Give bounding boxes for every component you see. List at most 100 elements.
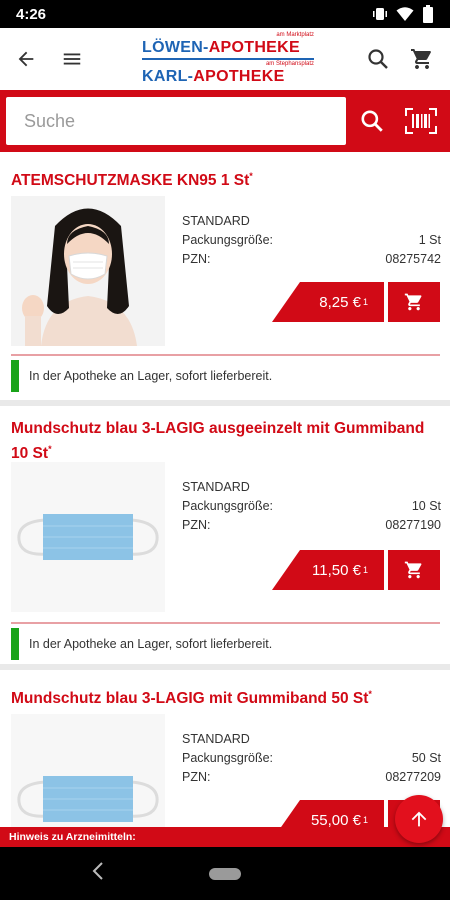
product-card[interactable]: ATEMSCHUTZMASKE KN95 1 St* STANDARD Pack… [0,152,450,400]
logo-line-2-part-2: APOTHEKE [193,68,285,85]
logo-line-1-part-2: APOTHEKE [208,39,300,56]
header-cart-button[interactable] [402,39,442,79]
add-to-cart-button[interactable] [388,550,440,590]
cart-icon [404,293,422,311]
product-image[interactable] [11,196,165,346]
blue-face-mask-image [11,462,165,612]
price-tag[interactable]: 11,50 €1 [272,550,384,590]
card-divider [11,354,440,356]
medicine-hint-bar[interactable]: Hinweis zu Arzneimitteln: [0,827,450,847]
detail-row-pzn: PZN: 08277190 [182,516,441,535]
pack-size-value: 50 St [411,751,441,765]
system-back-button[interactable] [90,861,110,885]
vibrate-icon [373,8,387,20]
battery-icon [423,5,433,23]
pack-size-label: Packungsgröße: [182,751,274,765]
product-title-footnote: * [48,444,52,454]
card-divider [11,622,440,624]
pzn-value: 08277209 [385,770,441,784]
price-tag[interactable]: 8,25 €1 [272,282,384,322]
product-details: STANDARD Packungsgröße: 50 St PZN: 0827720… [182,730,441,787]
back-button[interactable] [6,39,46,79]
in-stock-indicator [11,628,19,660]
pzn-value: 08277190 [385,518,441,532]
stock-status: In der Apotheke an Lager, sofort lieferb… [11,628,272,660]
price-footnote: 1 [362,565,368,575]
detail-row-pzn: PZN: 08277209 [182,768,441,787]
logo-line-2: KARL-APOTHEKE [142,68,314,86]
arrow-up-icon [411,811,427,827]
detail-row-pack-size: Packungsgröße: 50 St [182,749,441,768]
price-footnote: 1 [362,297,368,307]
product-card[interactable]: Mundschutz blau 3-LAGIG mit Gummiband 50… [0,670,450,827]
status-time: 4:26 [16,5,47,23]
pack-size-label: Packungsgröße: [182,499,274,513]
product-title[interactable]: Mundschutz blau 3-LAGIG ausgeeinzelt mit… [11,418,431,464]
person-with-mask-image [11,196,165,346]
product-title-text: ATEMSCHUTZMASKE KN95 1 St [11,172,250,190]
stock-text: In der Apotheke an Lager, sofort lieferb… [29,637,273,651]
logo-divider [142,58,314,60]
scroll-to-top-button[interactable] [395,795,443,843]
search-submit-button[interactable] [350,98,394,144]
price-value: 8,25 € [319,293,361,311]
chevron-left-icon [92,862,103,880]
stock-status: In der Apotheke an Lager, sofort lieferb… [11,360,272,392]
pzn-label: PZN: [182,770,211,784]
product-title-text: Mundschutz blau 3-LAGIG ausgeeinzelt mit… [11,420,425,463]
detail-row-variant: STANDARD [182,212,441,231]
product-image[interactable] [11,714,165,827]
logo-line-1-part-1: LÖWEN- [142,39,209,56]
product-list[interactable]: ATEMSCHUTZMASKE KN95 1 St* STANDARD Pack… [0,152,450,827]
product-image[interactable] [11,462,165,612]
product-title[interactable]: Mundschutz blau 3-LAGIG mit Gummiband 50… [11,684,431,709]
header-actions [358,39,442,79]
status-bar: 4:26 [0,0,450,28]
product-card[interactable]: Mundschutz blau 3-LAGIG ausgeeinzelt mit… [0,406,450,664]
search-icon [368,49,388,69]
detail-row-pack-size: Packungsgröße: 10 St [182,497,441,516]
pack-size-value: 10 St [411,499,441,513]
search-input[interactable] [6,97,346,145]
system-navigation-bar [0,847,450,900]
detail-row-variant: STANDARD [182,730,441,749]
logo-line-1: LÖWEN-APOTHEKE [142,39,314,57]
search-icon [361,110,383,132]
price-value: 11,50 € [312,561,361,579]
product-details: STANDARD Packungsgröße: 1 St PZN: 08275742 [182,212,441,269]
in-stock-indicator [11,360,19,392]
blue-face-mask-image [11,714,165,827]
variant-label: STANDARD [182,732,250,746]
add-to-cart-button[interactable] [388,282,440,322]
search-bar [0,90,450,152]
system-home-button[interactable] [209,868,241,880]
product-title[interactable]: ATEMSCHUTZMASKE KN95 1 St* [11,166,431,191]
logo-line-2-part-1: KARL- [142,68,194,85]
pzn-label: PZN: [182,518,211,532]
price-tag[interactable]: 55,00 €1 [272,800,384,827]
detail-row-pzn: PZN: 08275742 [182,250,441,269]
product-details: STANDARD Packungsgröße: 10 St PZN: 0827719… [182,478,441,535]
header-search-button[interactable] [358,39,398,79]
product-title-footnote: * [368,689,372,699]
logo-subtext-top: am Marktplatz [276,32,314,38]
price-footnote: 1 [362,815,368,825]
variant-label: STANDARD [182,480,250,494]
detail-row-pack-size: Packungsgröße: 1 St [182,231,441,250]
menu-button[interactable] [52,39,92,79]
status-icons [372,5,434,23]
cart-icon [404,561,422,579]
arrow-left-icon [18,51,34,67]
pack-size-value: 1 St [418,233,441,247]
hamburger-icon [63,53,81,65]
barcode-scan-button[interactable] [398,98,444,144]
app-header: am Marktplatz LÖWEN-APOTHEKE am Stephans… [0,28,450,90]
pharmacy-logo[interactable]: am Marktplatz LÖWEN-APOTHEKE am Stephans… [142,32,314,87]
product-title-footnote: * [249,171,253,181]
barcode-scanner-icon [405,108,437,134]
logo-subtext-bottom: am Stephansplatz [265,61,314,67]
pack-size-label: Packungsgröße: [182,233,274,247]
cart-icon [411,49,431,69]
pzn-value: 08275742 [385,252,441,266]
detail-row-variant: STANDARD [182,478,441,497]
